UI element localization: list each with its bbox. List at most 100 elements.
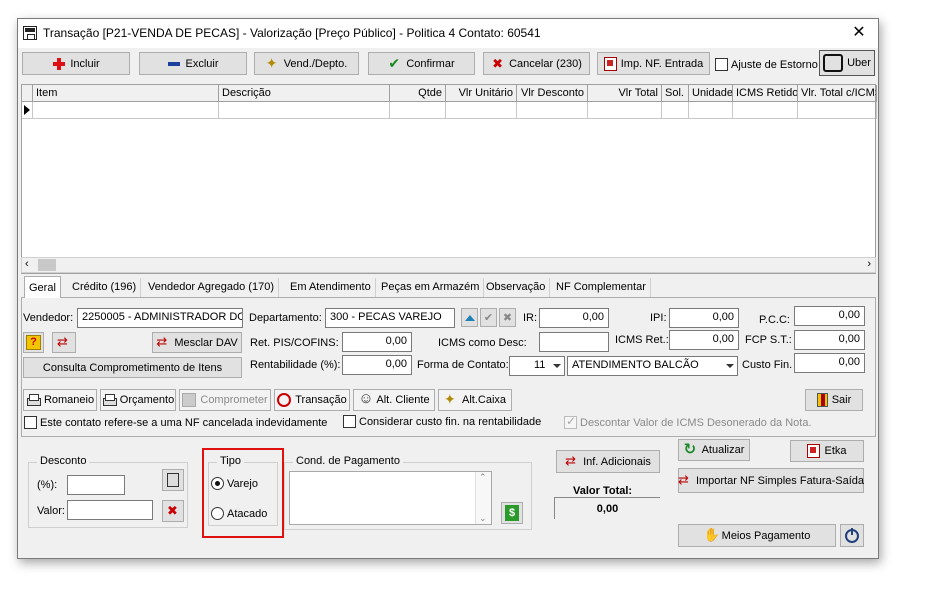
- meios-pagamento-button[interactable]: Meios Pagamento: [678, 524, 836, 547]
- orcamento-label: Orçamento: [119, 394, 175, 406]
- consulta-comprometimento-button[interactable]: Consulta Comprometimento de Itens: [23, 357, 242, 378]
- excluir-button[interactable]: Excluir: [139, 52, 247, 75]
- ir-field[interactable]: 0,00: [539, 308, 609, 328]
- x-icon: [166, 503, 180, 519]
- icms-ret-field[interactable]: 0,00: [669, 330, 739, 350]
- tree-button[interactable]: [52, 332, 76, 353]
- clear-desconto-button[interactable]: [162, 500, 184, 522]
- fcp-field[interactable]: 0,00: [794, 330, 865, 350]
- uber-button[interactable]: Uber: [819, 50, 875, 76]
- forma-contato-select[interactable]: ATENDIMENTO BALCÃO: [567, 356, 738, 376]
- alt-caixa-button[interactable]: Alt.Caixa: [438, 389, 512, 411]
- tab-em-atendimento[interactable]: Em Atendimento: [286, 278, 376, 298]
- mesclar-dav-button[interactable]: Mesclar DAV: [152, 332, 242, 353]
- tab-observacao[interactable]: Observação: [482, 278, 551, 298]
- sair-button[interactable]: Sair: [805, 389, 863, 411]
- pcc-field[interactable]: 0,00: [794, 306, 865, 326]
- atualizar-button[interactable]: Atualizar: [678, 439, 750, 461]
- col-sol[interactable]: Sol.: [662, 85, 689, 102]
- scroll-thumb[interactable]: [38, 259, 56, 271]
- chevron-up-icon[interactable]: ⌃: [479, 472, 487, 483]
- valor-total-value: 0,00: [554, 497, 660, 519]
- pagamento-dollar-button[interactable]: $: [501, 502, 523, 524]
- cell-item[interactable]: [33, 102, 219, 119]
- cell-sol[interactable]: [662, 102, 689, 119]
- imp-nf-entrada-button[interactable]: Imp. NF. Entrada: [597, 52, 710, 75]
- custo-fin-checkbox[interactable]: [343, 415, 356, 428]
- icms-desonerado-checkbox[interactable]: [564, 414, 577, 429]
- cond-pagamento-textarea[interactable]: ⌃ ⌄: [289, 471, 492, 525]
- col-icms-retido[interactable]: ICMS Retido: [733, 85, 798, 102]
- col-vlr-total[interactable]: Vlr Total: [588, 85, 662, 102]
- cell-qtde[interactable]: [390, 102, 446, 119]
- departamento-clear-button[interactable]: ✖: [499, 308, 516, 327]
- col-unidade[interactable]: Unidade: [689, 85, 733, 102]
- desconto-pct-field[interactable]: [67, 475, 125, 495]
- uber-label: Uber: [847, 57, 871, 69]
- importar-nf-simples-button[interactable]: Importar NF Simples Fatura-Saída: [678, 468, 864, 493]
- departamento-field[interactable]: 300 - PECAS VAREJO: [325, 308, 455, 328]
- icms-desc-field[interactable]: [539, 332, 609, 352]
- col-vlr-unitario[interactable]: Vlr Unitário: [446, 85, 517, 102]
- textarea-scrollbar[interactable]: ⌃ ⌄: [475, 472, 491, 524]
- departamento-up-button[interactable]: [461, 308, 478, 327]
- help-button[interactable]: ?: [23, 332, 44, 353]
- vend-depto-button[interactable]: Vend./Depto.: [254, 52, 359, 75]
- tab-vendedor-agregado[interactable]: Vendedor Agregado (170): [144, 278, 279, 298]
- scroll-left-icon[interactable]: ‹: [25, 258, 29, 270]
- cell-descricao[interactable]: [219, 102, 390, 119]
- items-grid[interactable]: Item Descrição Qtde Vlr Unitário Vlr Des…: [21, 84, 877, 274]
- atualizar-label: Atualizar: [701, 444, 745, 456]
- cell-unidade[interactable]: [689, 102, 733, 119]
- import-document-icon: [603, 56, 617, 71]
- comprometer-label: Comprometer: [200, 394, 268, 406]
- chevron-down-icon[interactable]: ⌄: [479, 513, 487, 524]
- etka-button[interactable]: Etka: [790, 440, 864, 462]
- sparkle-icon: [444, 391, 458, 408]
- col-item[interactable]: Item: [33, 85, 219, 102]
- confirmar-button[interactable]: Confirmar: [368, 52, 475, 75]
- orcamento-button[interactable]: Orçamento: [100, 389, 176, 411]
- desconto-valor-field[interactable]: [67, 500, 153, 520]
- cell-icms-retido[interactable]: [733, 102, 798, 119]
- cell-vlr-total[interactable]: [588, 102, 662, 119]
- departamento-check-button[interactable]: ✔: [480, 308, 497, 327]
- tab-credito[interactable]: Crédito (196): [68, 278, 142, 298]
- cell-vlr-total-icms[interactable]: [798, 102, 877, 119]
- close-icon[interactable]: ✕: [846, 22, 872, 44]
- custo-fin-field[interactable]: 0,00: [794, 353, 865, 373]
- tab-nf-complementar[interactable]: NF Complementar: [552, 278, 651, 298]
- tab-pecas-armazem[interactable]: Peças em Armazém: [377, 278, 485, 298]
- col-vlr-total-icms[interactable]: Vlr. Total c/ICMS: [798, 85, 877, 102]
- alt-cliente-button[interactable]: Alt. Cliente: [353, 389, 435, 411]
- cancelar-button[interactable]: Cancelar (230): [483, 52, 590, 75]
- col-qtde[interactable]: Qtde: [390, 85, 446, 102]
- incluir-button[interactable]: Incluir: [22, 52, 130, 75]
- vendedor-field[interactable]: 2250005 - ADMINISTRADOR DO S: [77, 308, 243, 328]
- ret-pis-field[interactable]: 0,00: [342, 332, 412, 352]
- grid-horizontal-scrollbar[interactable]: ‹ ›: [21, 257, 876, 273]
- tab-geral[interactable]: Geral: [24, 276, 61, 298]
- col-vlr-desconto[interactable]: Vlr Desconto: [517, 85, 588, 102]
- icms-desonerado-label: Descontar Valor de ICMS Desonerado da No…: [580, 417, 812, 429]
- calculator-button[interactable]: [162, 469, 184, 491]
- col-descricao[interactable]: Descrição: [219, 85, 390, 102]
- transacao-button[interactable]: Transação: [274, 389, 350, 411]
- icms-ret-label: ICMS Ret.:: [615, 334, 669, 346]
- cell-vlr-unitario[interactable]: [446, 102, 517, 119]
- ir-label: IR:: [523, 312, 538, 324]
- rentabilidade-field[interactable]: 0,00: [342, 355, 412, 375]
- importar-nf-label: Importar NF Simples Fatura-Saída: [695, 474, 865, 487]
- ipi-field[interactable]: 0,00: [669, 308, 739, 328]
- table-row[interactable]: [22, 102, 877, 119]
- comprometer-button[interactable]: Comprometer: [179, 389, 271, 411]
- x-icon: ✖: [502, 312, 513, 324]
- ajuste-estorno-checkbox[interactable]: [715, 58, 728, 71]
- nf-cancelada-checkbox[interactable]: [24, 416, 37, 429]
- scroll-right-icon[interactable]: ›: [867, 258, 871, 270]
- cell-vlr-desconto[interactable]: [517, 102, 588, 119]
- romaneio-button[interactable]: Romaneio: [23, 389, 97, 411]
- forma-contato-code-select[interactable]: 11: [509, 356, 565, 376]
- power-button[interactable]: [840, 524, 864, 547]
- inf-adicionais-button[interactable]: Inf. Adicionais: [556, 450, 660, 473]
